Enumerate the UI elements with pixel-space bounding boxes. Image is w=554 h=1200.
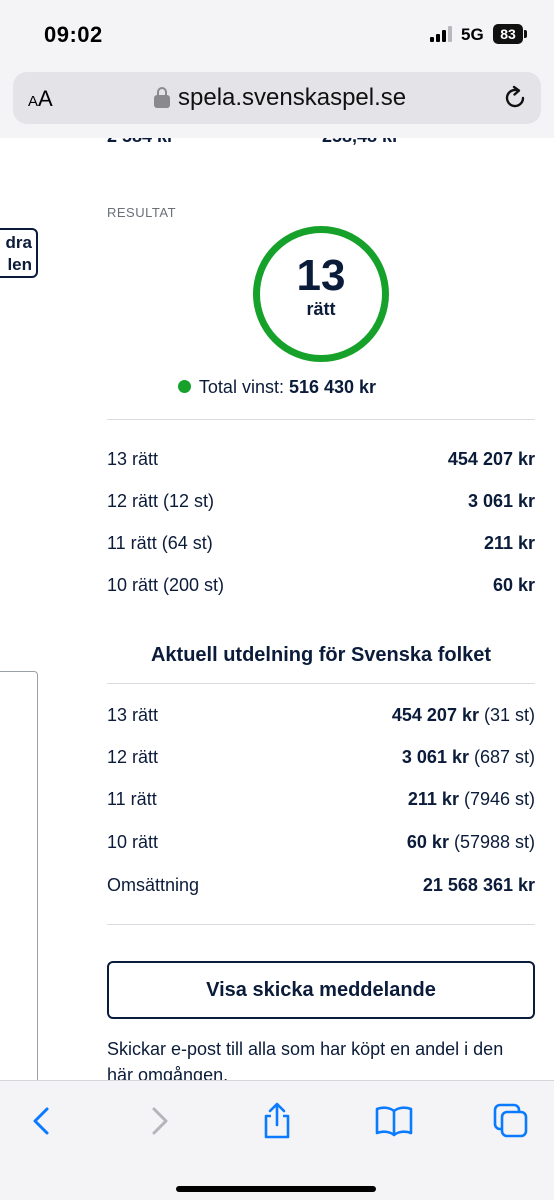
battery-icon: 83: [493, 24, 523, 44]
payout-row: 12 rätt 3 061 kr (687 st): [107, 747, 535, 771]
total-win-label: Total vinst:: [198, 377, 284, 397]
my-row: 10 rätt (200 st) 60 kr: [107, 575, 535, 599]
result-label: RESULTAT: [107, 205, 177, 220]
my-row-label: 10 rätt (200 st): [107, 575, 225, 595]
payout-row-value: 21 568 361 kr: [422, 875, 535, 895]
my-row-value: 3 061 kr: [467, 491, 535, 511]
browser-toolbar: [0, 1080, 554, 1200]
payout-row: 11 rätt 211 kr (7946 st): [107, 789, 535, 813]
andra-button[interactable]: dra len: [0, 228, 38, 278]
payout-row-count: (7946 st): [458, 789, 535, 809]
my-row-label: 11 rätt (64 st): [107, 533, 213, 553]
payout-row-value: 60 kr (57988 st): [406, 832, 535, 852]
bookmarks-icon[interactable]: [374, 1101, 414, 1141]
andra-button-line2: len: [7, 255, 32, 274]
visa-skicka-meddelande-button[interactable]: Visa skicka meddelande: [107, 961, 535, 1019]
payout-row-label: Omsättning: [107, 875, 200, 895]
web-page: dra len 2 584 kr 258,48 kr RESULTAT 13 r…: [0, 138, 554, 1080]
left-offscreen-panel: dra len: [0, 138, 38, 1080]
my-row-value: 454 207 kr: [447, 449, 535, 469]
divider: [107, 683, 535, 684]
address-bar[interactable]: AA spela.svenskaspel.se: [13, 72, 541, 124]
email-note: Skickar e-post till alla som har köpt en…: [107, 1039, 504, 1080]
payout-row-value: 3 061 kr (687 st): [401, 747, 535, 767]
forward-icon[interactable]: [140, 1101, 180, 1141]
payout-row: 13 rätt 454 207 kr (31 st): [107, 705, 535, 729]
payout-row-count: (57988 st): [448, 832, 535, 852]
status-dot-icon: [177, 380, 191, 393]
result-ring: 13 rätt: [253, 226, 389, 362]
payout-row: Omsättning 21 568 361 kr: [107, 875, 535, 899]
status-bar: 09:02 5G 83: [0, 0, 554, 62]
browser-address-area: AA spela.svenskaspel.se: [0, 62, 554, 138]
my-row-value: 60 kr: [492, 575, 535, 595]
signal-icon: [430, 26, 456, 42]
payout-row-label: 12 rätt: [107, 747, 159, 767]
divider: [107, 924, 535, 925]
home-indicator: [176, 1186, 376, 1192]
total-win-value: 516 430 kr: [288, 377, 377, 397]
url-text[interactable]: spela.svenskaspel.se: [178, 84, 406, 112]
reload-icon[interactable]: [501, 84, 529, 112]
lock-icon: [154, 87, 170, 108]
divider: [107, 419, 535, 420]
payout-row: 10 rätt 60 kr (57988 st): [107, 832, 535, 856]
my-row: 13 rätt 454 207 kr: [107, 449, 535, 473]
text-size-button[interactable]: AA: [28, 86, 53, 112]
prev-right-value: 258,48 kr: [322, 138, 399, 147]
result-correct-count: 13: [296, 251, 346, 300]
result-correct-unit: rätt: [306, 299, 336, 319]
left-card: [0, 671, 38, 1080]
payout-row-value: 211 kr (7946 st): [407, 789, 535, 809]
back-icon[interactable]: [21, 1101, 61, 1141]
my-row: 12 rätt (12 st) 3 061 kr: [107, 491, 535, 515]
payout-row-value: 454 207 kr (31 st): [391, 705, 535, 725]
payout-row-label: 13 rätt: [107, 705, 159, 725]
prev-left-value: 2 584 kr: [107, 138, 174, 147]
status-time: 09:02: [44, 22, 103, 47]
network-label: 5G: [461, 25, 484, 44]
battery-tip: [524, 30, 527, 38]
payout-row-label: 10 rätt: [107, 832, 159, 852]
payout-row-count: (687 st): [468, 747, 535, 767]
my-row-label: 13 rätt: [107, 449, 159, 469]
my-row-label: 12 rätt (12 st): [107, 491, 215, 511]
total-win: Total vinst: 516 430 kr: [0, 377, 554, 398]
andra-button-line1: dra: [5, 233, 32, 252]
tabs-icon[interactable]: [491, 1101, 531, 1141]
payout-row-count: (31 st): [478, 705, 535, 725]
my-row: 11 rätt (64 st) 211 kr: [107, 533, 535, 557]
payout-row-label: 11 rätt: [107, 789, 157, 809]
payout-title: Aktuell utdelning för Svenska folket: [150, 644, 492, 666]
my-row-value: 211 kr: [483, 533, 535, 553]
share-icon[interactable]: [257, 1101, 297, 1141]
